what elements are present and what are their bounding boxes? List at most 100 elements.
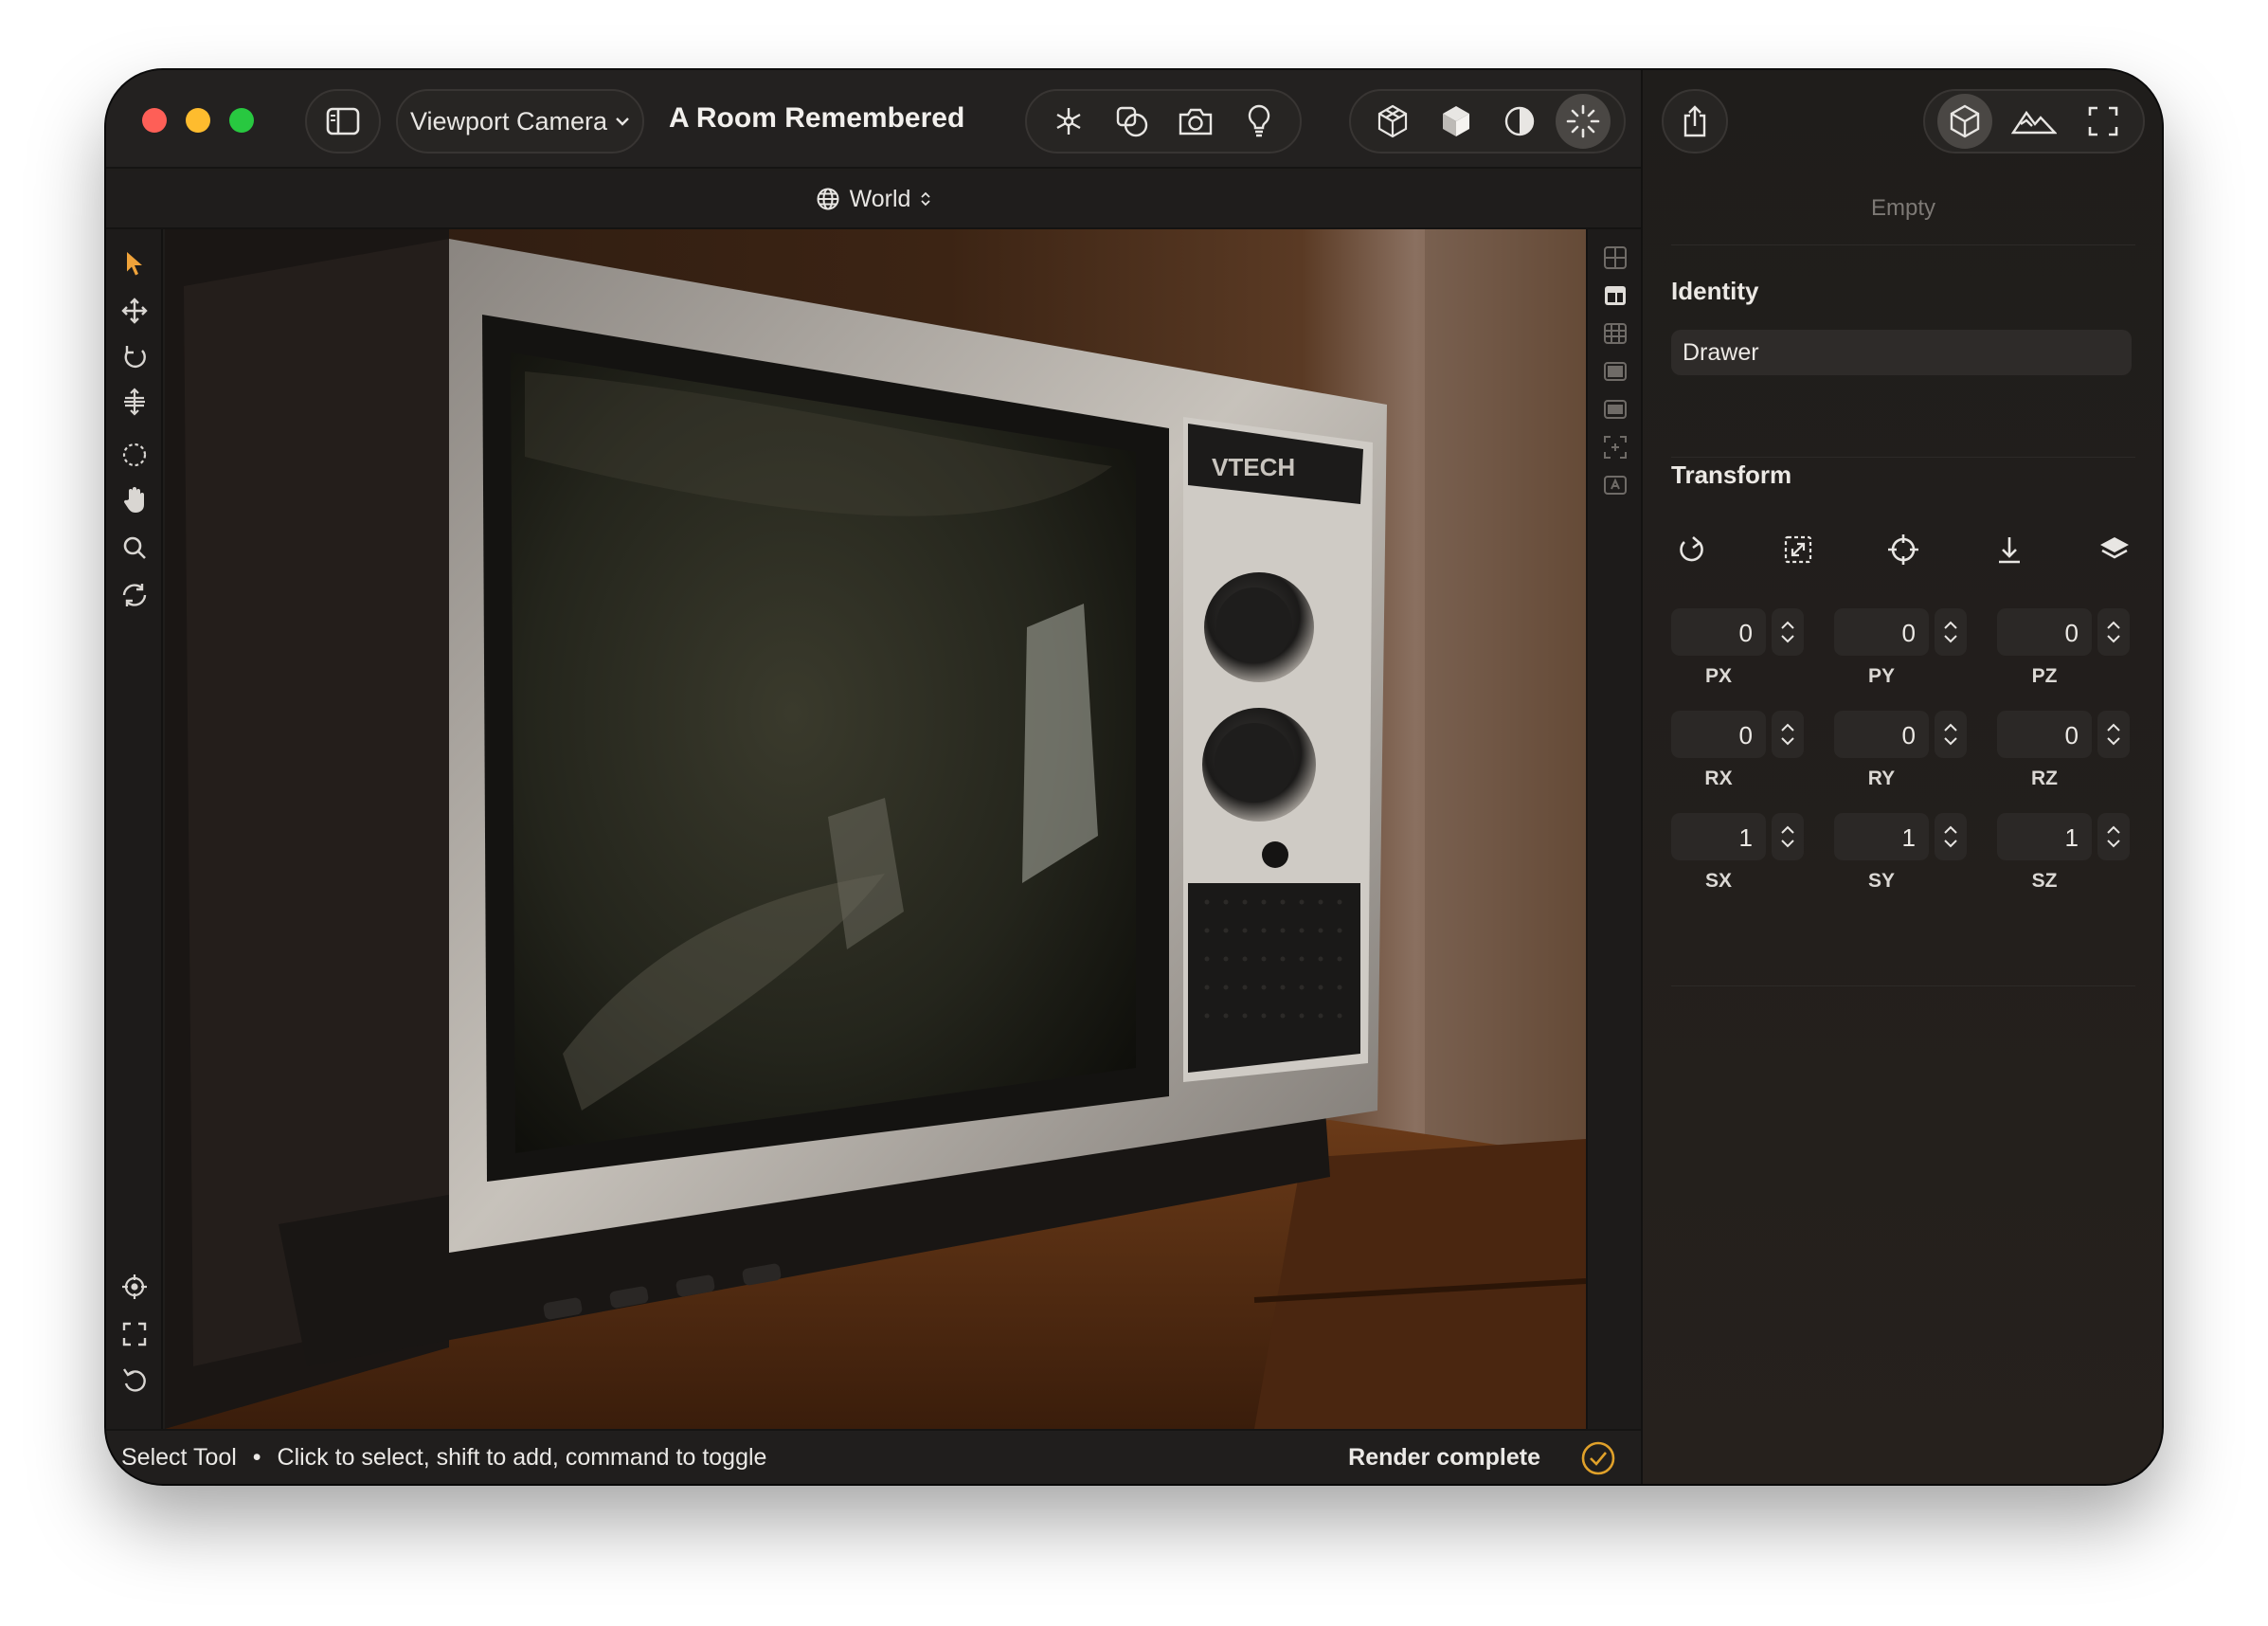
field-label: SX bbox=[1704, 870, 1732, 892]
tool-hint: Click to select, shift to add, command t… bbox=[277, 1444, 767, 1471]
lasso-icon[interactable] bbox=[119, 440, 150, 470]
left-toolbar bbox=[106, 229, 163, 1429]
select-arrow-icon[interactable] bbox=[119, 248, 150, 279]
zoom-icon[interactable] bbox=[119, 533, 150, 563]
chevron-down-icon[interactable] bbox=[1943, 736, 1958, 746]
field-label: SY bbox=[1867, 870, 1895, 892]
title-bar: Viewport Camera A Room Remembered bbox=[106, 70, 1641, 169]
chevron-up-icon[interactable] bbox=[1943, 723, 1958, 732]
chevron-down-icon bbox=[615, 116, 630, 127]
stepper-control[interactable] bbox=[2097, 608, 2130, 656]
number-input[interactable]: 0 bbox=[1834, 711, 1929, 758]
number-input[interactable]: 1 bbox=[1834, 813, 1929, 860]
chevron-down-icon[interactable] bbox=[2106, 736, 2121, 746]
wireframe-cube-icon[interactable] bbox=[1365, 94, 1420, 149]
snowflake-icon[interactable] bbox=[1041, 94, 1096, 149]
chevron-up-icon[interactable] bbox=[1780, 723, 1795, 732]
chevron-up-icon[interactable] bbox=[1943, 621, 1958, 630]
panel-icon[interactable] bbox=[1602, 358, 1629, 385]
chevron-down-icon[interactable] bbox=[1780, 839, 1795, 848]
add-frame-icon[interactable] bbox=[1602, 434, 1629, 461]
number-input[interactable]: 0 bbox=[1997, 711, 2092, 758]
hand-icon[interactable] bbox=[119, 485, 150, 515]
solid-cube-icon[interactable] bbox=[1429, 94, 1484, 149]
chevron-down-icon[interactable] bbox=[1780, 736, 1795, 746]
up-down-chevron-icon bbox=[920, 190, 931, 208]
transform-field-rz: 0 bbox=[1997, 711, 2130, 758]
transform-field-sx: 1 bbox=[1671, 813, 1804, 860]
number-input[interactable]: 1 bbox=[1671, 813, 1766, 860]
split-layout-icon[interactable] bbox=[1602, 282, 1629, 309]
coordinate-space-select[interactable]: World bbox=[850, 186, 911, 213]
focus-target-icon[interactable] bbox=[119, 1272, 150, 1302]
inspector-mode-group bbox=[1923, 89, 2145, 154]
share-button[interactable] bbox=[1662, 89, 1728, 154]
viewport[interactable]: VTECH bbox=[165, 229, 1586, 1429]
close-window-button[interactable] bbox=[142, 108, 167, 133]
field-label: RY bbox=[1867, 768, 1896, 789]
stepper-control[interactable] bbox=[1935, 711, 1967, 758]
transform-field-ry: 0 bbox=[1834, 711, 1967, 758]
text-frame-icon[interactable] bbox=[1602, 472, 1629, 498]
chevron-down-icon[interactable] bbox=[1780, 634, 1795, 643]
landscape-icon[interactable] bbox=[2007, 94, 2061, 149]
rotate-icon[interactable] bbox=[119, 341, 150, 371]
chevron-down-icon[interactable] bbox=[1943, 839, 1958, 848]
stepper-control[interactable] bbox=[1935, 813, 1967, 860]
field-label: PX bbox=[1704, 665, 1732, 687]
camera-icon[interactable] bbox=[1168, 94, 1223, 149]
fullscreen-icon[interactable] bbox=[2076, 94, 2131, 149]
zoom-window-button[interactable] bbox=[229, 108, 254, 133]
table-icon[interactable] bbox=[1602, 320, 1629, 347]
render-status: Render complete bbox=[1348, 1444, 1540, 1471]
stepper-control[interactable] bbox=[1935, 608, 1967, 656]
active-tool-name: Select Tool bbox=[121, 1444, 237, 1471]
frame-all-icon[interactable] bbox=[119, 1319, 150, 1349]
object-name-field[interactable]: Drawer bbox=[1671, 330, 2132, 375]
stepper-control[interactable] bbox=[2097, 711, 2130, 758]
chevron-up-icon[interactable] bbox=[1780, 825, 1795, 835]
transform-field-px: 0 bbox=[1671, 608, 1804, 656]
crosshair-icon[interactable] bbox=[1882, 529, 1924, 570]
minimize-window-button[interactable] bbox=[186, 108, 210, 133]
number-input[interactable]: 0 bbox=[1834, 608, 1929, 656]
stepper-control[interactable] bbox=[1772, 711, 1804, 758]
chevron-up-icon[interactable] bbox=[2106, 723, 2121, 732]
status-bar: Select Tool • Click to select, shift to … bbox=[106, 1429, 1641, 1484]
chevron-up-icon[interactable] bbox=[1780, 621, 1795, 630]
stepper-control[interactable] bbox=[1772, 813, 1804, 860]
chevron-down-icon[interactable] bbox=[1943, 634, 1958, 643]
chevron-up-icon[interactable] bbox=[2106, 825, 2121, 835]
inspector-panel: Empty Identity Drawer Transform 0 PX 0 PY 0 P… bbox=[1641, 70, 2162, 1484]
scale-icon[interactable] bbox=[119, 387, 150, 417]
status-separator: • bbox=[252, 1444, 261, 1471]
number-input[interactable]: 0 bbox=[1671, 608, 1766, 656]
number-input[interactable]: 0 bbox=[1997, 608, 2092, 656]
chevron-down-icon[interactable] bbox=[2106, 634, 2121, 643]
number-input[interactable]: 1 bbox=[1997, 813, 2092, 860]
stepper-control[interactable] bbox=[1772, 608, 1804, 656]
stepper-control[interactable] bbox=[2097, 813, 2130, 860]
reset-view-icon[interactable] bbox=[119, 1364, 150, 1395]
drop-to-floor-icon[interactable] bbox=[1989, 529, 2030, 570]
reset-transform-icon[interactable] bbox=[1671, 529, 1713, 570]
grid-layout-icon[interactable] bbox=[1602, 244, 1629, 271]
chevron-down-icon[interactable] bbox=[2106, 839, 2121, 848]
object-cube-icon[interactable] bbox=[1937, 94, 1993, 149]
shapes-icon[interactable] bbox=[1105, 94, 1160, 149]
sparkle-icon[interactable] bbox=[1555, 94, 1611, 149]
globe-icon bbox=[816, 187, 840, 211]
sidebar-toggle-icon bbox=[326, 107, 360, 136]
layers-icon[interactable] bbox=[2094, 529, 2135, 570]
camera-select[interactable]: Viewport Camera bbox=[396, 89, 644, 154]
sidebar-toggle-button[interactable] bbox=[305, 89, 381, 154]
number-input[interactable]: 0 bbox=[1671, 711, 1766, 758]
contrast-icon[interactable] bbox=[1492, 94, 1547, 149]
orbit-icon[interactable] bbox=[119, 580, 150, 610]
chevron-up-icon[interactable] bbox=[1943, 825, 1958, 835]
move-icon[interactable] bbox=[119, 296, 150, 326]
resize-icon[interactable] bbox=[1777, 529, 1819, 570]
panel-alt-icon[interactable] bbox=[1602, 396, 1629, 423]
chevron-up-icon[interactable] bbox=[2106, 621, 2121, 630]
lightbulb-icon[interactable] bbox=[1232, 94, 1287, 149]
